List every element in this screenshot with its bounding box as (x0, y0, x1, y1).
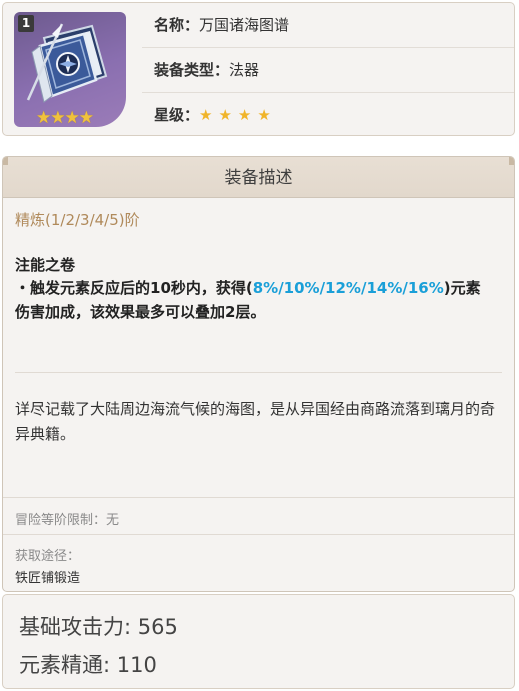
name-row: 名称：万国诸海图谱 (142, 3, 514, 47)
divider (15, 372, 502, 373)
rarity-stars: ★★★★ (199, 106, 277, 124)
base-atk-stat: 基础攻击力: 565 (19, 615, 178, 639)
type-row: 装备类型：法器 (142, 47, 514, 92)
description-title: 装备描述 (224, 168, 293, 188)
header-corner-right (509, 157, 514, 165)
divider (3, 534, 514, 535)
passive-highlight: 8%/10%/12%/14%/16% (252, 279, 444, 297)
weapon-info-card: 1 ★★★★ 名称：万国诸海图谱 装备类型：法器 星级：★★★★ (2, 2, 515, 136)
rarity-row: 星级：★★★★ (142, 92, 514, 135)
weapon-icon-frame: 1 ★★★★ (14, 12, 126, 127)
type-label: 装备类型： (154, 61, 230, 79)
stats-card: 基础攻击力: 565 元素精通: 110 (2, 594, 515, 689)
weapon-type: 法器 (229, 61, 260, 79)
weapon-name: 万国诸海图谱 (199, 16, 290, 34)
passive-prefix: ・触发元素反应后的10秒内，获得( (15, 279, 253, 297)
source-label: 获取途径： (15, 549, 81, 564)
catalyst-book-icon (26, 23, 108, 103)
lore-text: 详尽记载了大陆周边海流气候的海图，是从异国经由商路流落到璃月的奇异典籍。 (15, 400, 496, 443)
adventure-rank-limit: 冒险等阶限制：无 (15, 513, 120, 528)
elemental-mastery-stat: 元素精通: 110 (19, 653, 157, 677)
passive-description: ・触发元素反应后的10秒内，获得(8%/10%/12%/14%/16%)元素伤害… (15, 276, 493, 324)
description-header: 装备描述 (3, 157, 514, 198)
rarity-label: 星级： (154, 106, 200, 124)
refinement-label: 精炼(1/2/3/4/5)阶 (15, 211, 140, 229)
header-corner-left (3, 157, 8, 165)
description-card: 装备描述 精炼(1/2/3/4/5)阶 注能之卷 ・触发元素反应后的10秒内，获… (2, 156, 515, 592)
icon-rarity-stars: ★★★★ (36, 108, 94, 127)
info-rows: 名称：万国诸海图谱 装备类型：法器 星级：★★★★ (142, 3, 514, 135)
divider (3, 497, 514, 498)
passive-name: 注能之卷 (15, 256, 76, 274)
name-label: 名称： (154, 16, 200, 34)
source-value: 铁匠铺锻造 (15, 571, 81, 586)
